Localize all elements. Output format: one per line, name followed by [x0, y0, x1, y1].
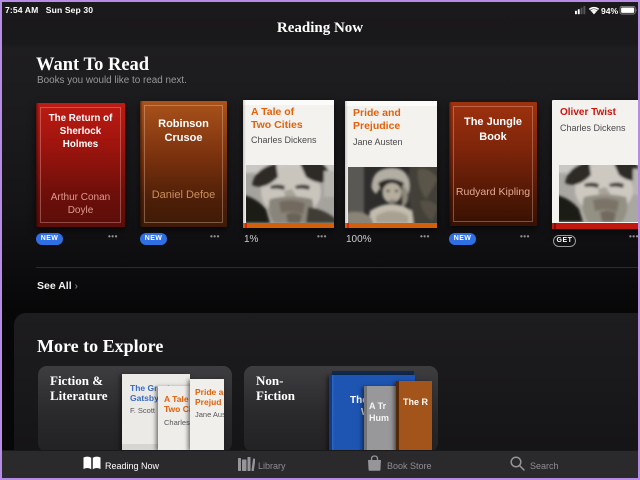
- svg-text:94%: 94%: [601, 6, 619, 16]
